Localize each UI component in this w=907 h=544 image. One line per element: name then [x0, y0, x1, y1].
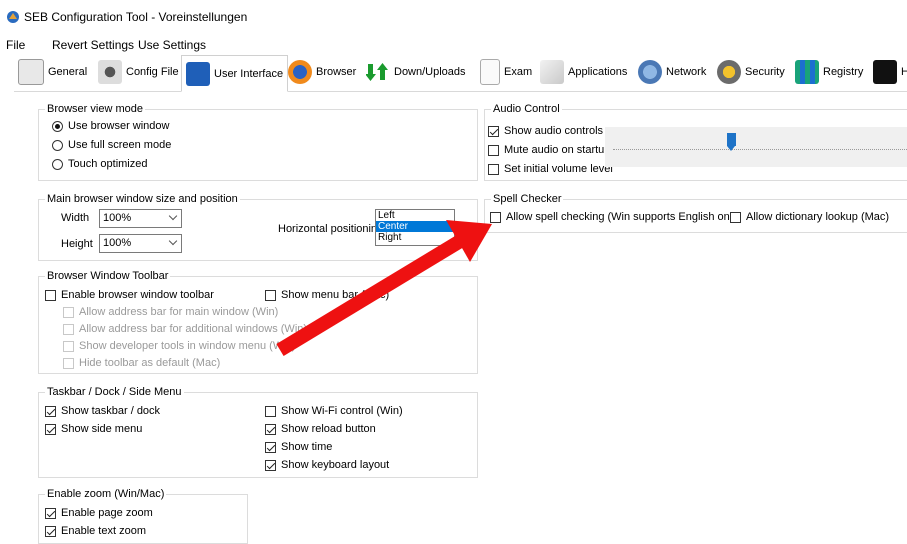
annotation-arrow-icon [276, 220, 492, 356]
